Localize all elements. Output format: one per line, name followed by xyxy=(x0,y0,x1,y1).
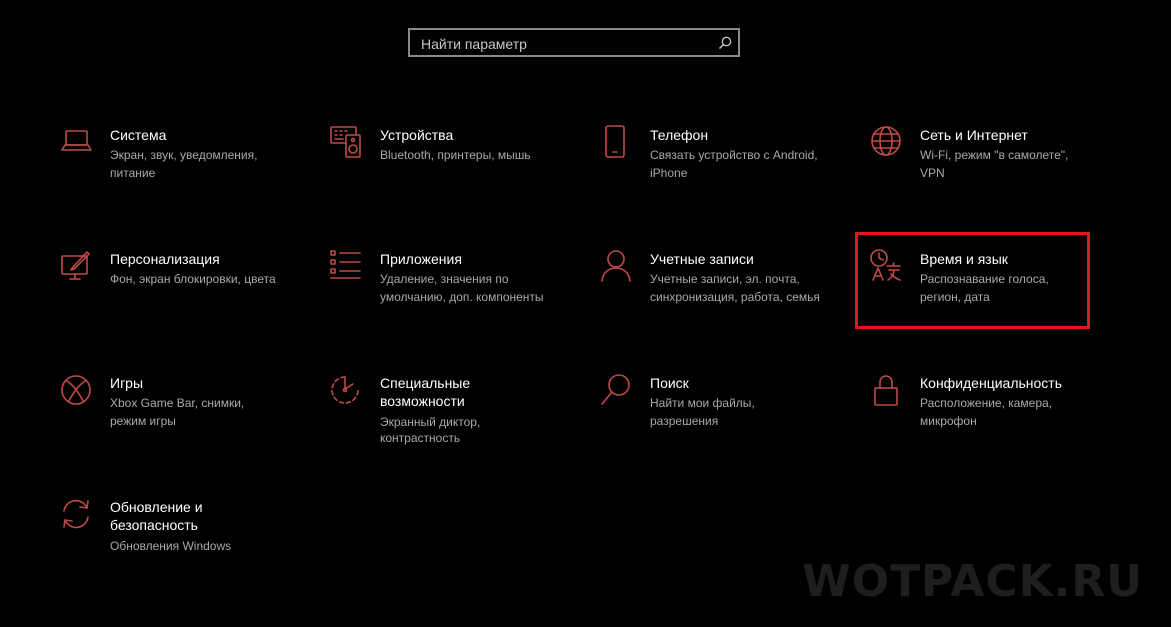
tile-system[interactable]: Система Экран, звук, уведомления, питани… xyxy=(59,125,299,215)
tile-title: Конфиденциальность xyxy=(920,375,1063,391)
tile-title: Специальные xyxy=(380,375,471,391)
tile-title: Система xyxy=(110,127,167,143)
tile-title: Устройства xyxy=(380,127,454,143)
tile-title: Телефон xyxy=(650,127,709,143)
tile-desc: Xbox Game Bar, снимки, xyxy=(110,396,245,410)
tile-devices[interactable]: Устройства Bluetooth, принтеры, мышь xyxy=(329,125,569,215)
tile-desc: питание xyxy=(110,166,156,180)
laptop-icon xyxy=(61,130,92,151)
tile-title: Приложения xyxy=(380,251,462,267)
search-input[interactable]: Найти параметр xyxy=(408,28,740,57)
search-placeholder: Найти параметр xyxy=(421,36,527,52)
tile-network[interactable]: Сеть и Интернет Wi-Fi, режим "в самолете… xyxy=(869,125,1109,215)
tile-privacy[interactable]: Конфиденциальность Расположение, камера,… xyxy=(869,373,1109,463)
tile-title: Игры xyxy=(110,375,144,391)
tile-desc: Обновления Windows xyxy=(110,539,232,553)
tile-desc: Wi-Fi, режим "в самолете", xyxy=(920,148,1069,162)
watermark: WOTPACK.RU xyxy=(802,556,1143,607)
phone-icon xyxy=(605,125,625,158)
tile-desc: Bluetooth, принтеры, мышь xyxy=(380,148,531,162)
settings-home: Найти параметр Система Экран, звук, увед… xyxy=(0,0,1171,627)
tile-phone[interactable]: Телефон Связать устройство с Android, iP… xyxy=(599,125,839,215)
update-icon xyxy=(63,499,89,529)
tile-desc: Удаление, значения по xyxy=(380,272,509,286)
globe-icon xyxy=(871,126,901,156)
tile-desc: умолчанию, доп. компоненты xyxy=(380,290,544,304)
xbox-icon xyxy=(61,375,91,405)
lock-icon xyxy=(874,375,898,406)
tile-search[interactable]: Поиск Найти мои файлы, разрешения xyxy=(599,373,839,463)
tile-desc: Учетные записи, эл. почта, xyxy=(650,272,800,286)
tile-title: Персонализация xyxy=(110,251,220,267)
apps-list-icon xyxy=(330,250,361,279)
tile-desc: синхронизация, работа, семья xyxy=(650,290,820,304)
tile-gaming[interactable]: Игры Xbox Game Bar, снимки, режим игры xyxy=(59,373,299,463)
tile-desc: Расположение, камера, xyxy=(920,396,1053,410)
tile-desc: Связать устройство с Android, xyxy=(650,148,818,162)
tile-desc: iPhone xyxy=(650,166,688,180)
tile-desc: контрастность xyxy=(380,431,461,445)
tile-accounts[interactable]: Учетные записи Учетные записи, эл. почта… xyxy=(599,249,839,339)
tile-desc: разрешения xyxy=(650,414,719,428)
tile-desc: Найти мои файлы, xyxy=(650,396,755,410)
tile-desc: VPN xyxy=(920,166,945,180)
tile-apps[interactable]: Приложения Удаление, значения по умолчан… xyxy=(329,249,569,339)
devices-icon xyxy=(330,126,361,158)
tile-desc: режим игры xyxy=(110,414,176,428)
tile-title-line2: безопасность xyxy=(110,517,198,533)
person-icon xyxy=(601,250,631,282)
tile-update-security[interactable]: Обновление и безопасность Обновления Win… xyxy=(59,497,299,587)
tile-personalization[interactable]: Персонализация Фон, экран блокировки, цв… xyxy=(59,249,299,339)
tile-desc: Экранный диктор, xyxy=(380,415,481,429)
search-icon xyxy=(718,36,732,50)
tile-title: Сеть и Интернет xyxy=(920,127,1028,143)
tile-title: Поиск xyxy=(650,375,689,391)
tile-title-line2: возможности xyxy=(380,393,465,409)
highlight-frame xyxy=(855,232,1090,329)
accessibility-icon xyxy=(331,376,359,404)
tile-desc: микрофон xyxy=(920,414,977,428)
search-magnifier-icon xyxy=(601,374,630,405)
tile-desc: Экран, звук, уведомления, xyxy=(110,148,258,162)
tile-desc: Фон, экран блокировки, цвета xyxy=(110,272,276,286)
tile-title: Учетные записи xyxy=(650,251,754,267)
personalization-icon xyxy=(61,251,90,280)
tile-title: Обновление и xyxy=(110,499,203,515)
tile-accessibility[interactable]: Специальные возможности Экранный диктор,… xyxy=(329,373,569,463)
